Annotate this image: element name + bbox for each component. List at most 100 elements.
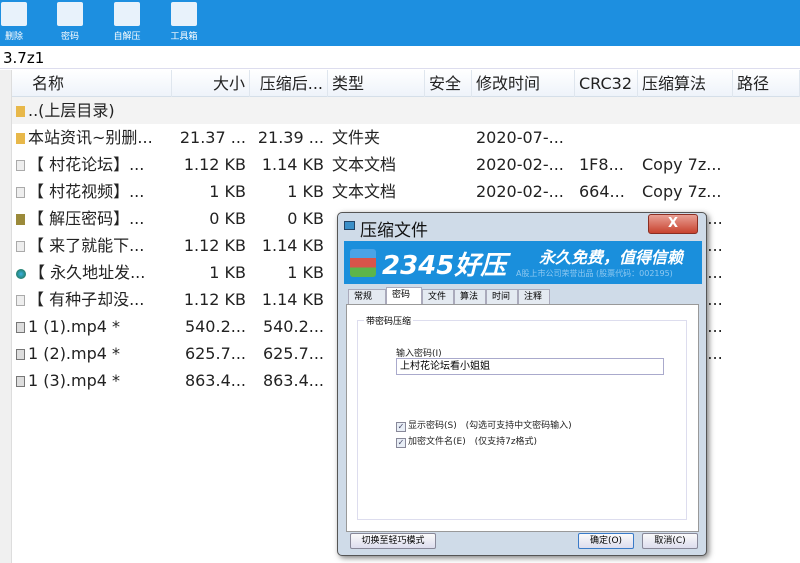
text-icon [16,160,25,171]
cell-name: 【 解压密码】... [12,205,172,232]
cell-packed: 625.7... [262,344,324,363]
app-icon [344,221,355,230]
cell-algo: z... [699,317,723,336]
banner: 2345好压 永久免费，值得信赖 A股上市公司荣誉出品 (股票代码：002195… [344,241,702,284]
cancel-button[interactable]: 取消(C) [642,533,698,549]
text-icon [16,187,25,198]
show-password-checkbox[interactable]: ✓ 显示密码(S) (勾选可支持中文密码输入) [396,418,572,432]
cell-packed: 21.39 ... [257,128,324,147]
cell-packed: 863.4... [262,371,324,390]
cell-name: 1 (1).mp4 * [12,313,172,340]
cell-size: 863.4... [184,371,246,390]
cell-packed: 1 KB [287,182,324,201]
tab-3[interactable]: 算法 [454,289,486,305]
self-extract-button[interactable]: 自解压 [107,0,147,42]
ok-button[interactable]: 确定(O) [578,533,634,549]
cell-packed: 1 KB [287,263,324,282]
tab-1[interactable]: 密码 [386,287,422,305]
cell-crc: 1F8... [579,155,624,174]
toolbox-icon [171,2,197,26]
tab-2[interactable]: 文件 [422,289,454,305]
file-row[interactable]: 【 村花论坛】... 1.12 KB 1.14 KB 文本文档 2020-02-... 1… [12,151,800,178]
logo: 2345好压 [382,251,507,281]
cell-packed: 540.2... [262,317,324,336]
cell-name: 【 有种子却没... [12,286,172,313]
cell-size: 1.12 KB [183,236,246,255]
key-icon [16,214,25,225]
cell-size: 0 KB [209,209,246,228]
column-header-mtime[interactable]: 修改时间 [472,70,575,97]
cell-type: 文本文档 [332,155,397,174]
cell-mtime: 2020-07-... [476,128,564,147]
cell-size: 625.7... [184,344,246,363]
column-header-name[interactable]: 名称 [12,70,172,97]
cell-name: 【 永久地址发... [12,259,172,286]
box-icon [114,2,140,26]
parent-directory-row[interactable]: ..(上层目录) [12,97,800,124]
compress-dialog: 压缩文件 X 2345好压 永久免费，值得信赖 A股上市公司荣誉出品 (股票代码… [337,212,707,556]
column-header-sec[interactable]: 安全 [425,70,472,97]
column-header-algo[interactable]: 压缩算法 [638,70,733,97]
globe-icon [16,269,26,279]
cell-size: 1 KB [209,263,246,282]
video-icon [16,376,25,387]
cell-size: 21.37 ... [179,128,246,147]
column-header-size[interactable]: 大小 [172,70,250,97]
column-header: 名称 大小 压缩后... 类型 安全 修改时间 CRC32 压缩算法 路径 [12,70,800,97]
text-icon [16,241,25,252]
switch-mode-button[interactable]: 切换至轻巧模式 [350,533,436,549]
video-icon [16,349,25,360]
cell-packed: 1.14 KB [261,236,324,255]
tab-4[interactable]: 时间 [486,289,518,305]
slogan: 永久免费，值得信赖 [539,248,684,267]
banner-subtitle: A股上市公司荣誉出品 (股票代码：002195) [516,269,673,278]
cell-algo: z... [699,344,723,363]
cell-algo: Copy 7z... [642,155,722,174]
toolbar: 删除 密码 自解压 工具箱 [0,0,800,46]
cell-size: 540.2... [184,317,246,336]
cell-crc: 664... [579,182,625,201]
column-header-type[interactable]: 类型 [328,70,425,97]
tab-0[interactable]: 常规 [348,289,386,305]
cell-algo [638,124,733,151]
cell-name: 1 (3).mp4 * [12,367,172,394]
cell-algo: z... [699,263,723,282]
close-button[interactable]: X [648,214,698,234]
cell-algo: z... [699,236,723,255]
column-header-path[interactable]: 路径 [733,70,800,97]
file-row[interactable]: 本站资讯~别删... 21.37 ... 21.39 ... 文件夹 2020-07-.… [12,124,800,151]
cell-name: 1 (2).mp4 * [12,340,172,367]
lock-icon [57,2,83,26]
cell-type: 文本文档 [332,182,397,201]
cell-mtime: 2020-02-... [476,182,564,201]
cell-name: 【 村花视频】... [12,178,172,205]
encrypt-filenames-checkbox[interactable]: ✓ 加密文件名(E) (仅支持7z格式) [396,434,537,448]
cell-name: 本站资讯~别删... [12,124,172,151]
password-button[interactable]: 密码 [50,0,90,42]
group-label: 带密码压缩 [364,314,414,327]
password-input[interactable]: 上村花论坛看小姐姐 [396,358,664,375]
column-header-packed[interactable]: 压缩后... [250,70,328,97]
toolbox-button[interactable]: 工具箱 [164,0,204,42]
checkbox-icon: ✓ [396,438,406,448]
cell-algo: Copy 7z... [642,182,722,201]
video-icon [16,322,25,333]
file-row[interactable]: 【 村花视频】... 1 KB 1 KB 文本文档 2020-02-... 664... C… [12,178,800,205]
text-icon [16,295,25,306]
cell-algo: z... [699,209,723,228]
tab-5[interactable]: 注释 [518,289,550,305]
folder-icon [16,133,25,144]
column-header-crc[interactable]: CRC32 [575,70,638,97]
cell-packed: 0 KB [287,209,324,228]
dialog-title: 压缩文件 [360,221,428,241]
folder-icon [16,106,25,117]
cell-name: 【 来了就能下... [12,232,172,259]
path-bar[interactable]: 3.7z1 [0,47,800,69]
cell-packed: 1.14 KB [261,290,324,309]
cell-name: 【 村花论坛】... [12,151,172,178]
recycle-icon [1,2,27,26]
password-group: 带密码压缩 输入密码(I) 上村花论坛看小姐姐 ✓ 显示密码(S) (勾选可支持中… [357,314,687,520]
tree-gutter [0,70,12,563]
cell-packed: 1.14 KB [261,155,324,174]
delete-button[interactable]: 删除 [0,0,34,42]
